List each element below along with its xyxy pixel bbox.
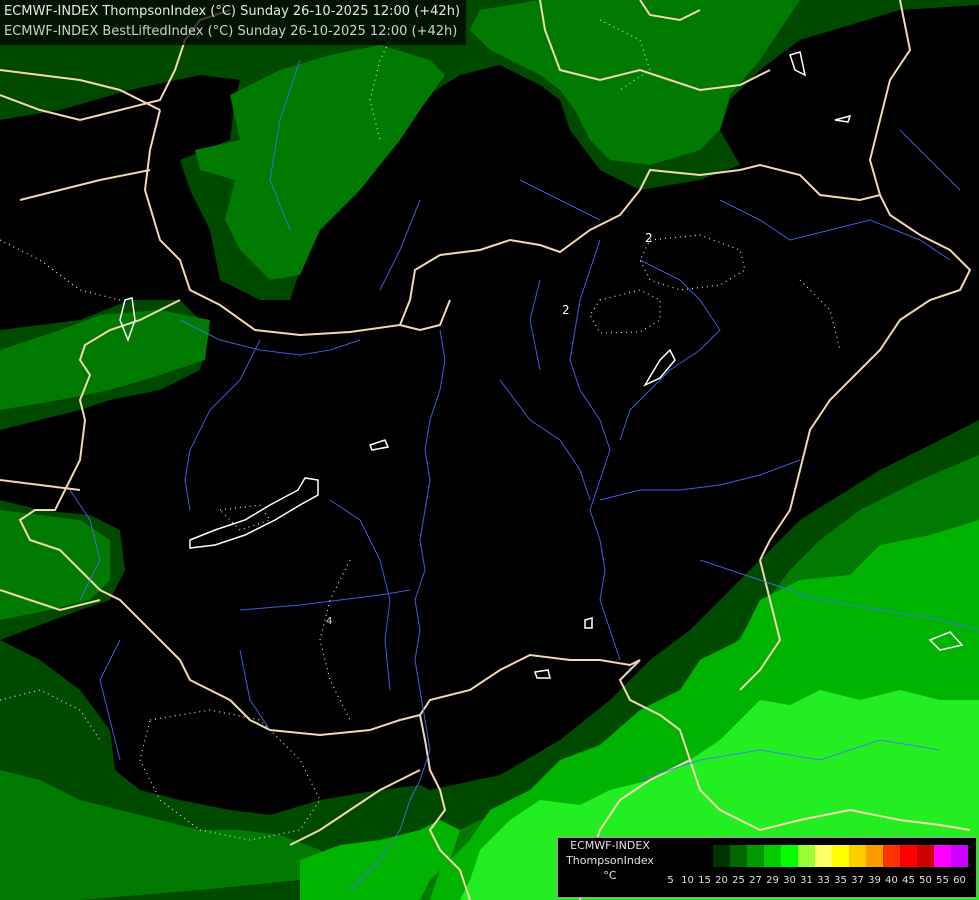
legend-unit: °C [603,869,617,882]
legend-tick: 27 [749,875,762,886]
legend-swatch [883,845,900,867]
legend-tick: 5 [667,875,674,886]
legend-swatch [696,845,713,867]
weather-map: 2 2 4 [0,0,979,900]
map-title: ECMWF-INDEX ThompsonIndex (°C) Sunday 26… [0,0,467,45]
legend-tick: 15 [698,875,711,886]
contour-label: 4 [326,616,332,627]
legend-tick: 50 [919,875,932,886]
legend-swatch [679,845,696,867]
legend-tick: 29 [766,875,779,886]
legend-variable: ThompsonIndex [566,854,654,867]
contour-label: 2 [562,303,570,317]
legend-tick: 39 [868,875,881,886]
legend-swatch [934,845,951,867]
legend-label: ECMWF-INDEX ThompsonIndex °C [560,838,660,883]
legend-swatch [713,845,730,867]
legend-tick: 20 [715,875,728,886]
legend-swatch [730,845,747,867]
legend-tick: 10 [681,875,694,886]
legend-tick-labels: 5 10 15 20 25 27 29 30 31 33 35 37 39 40 45 50 55 60 [662,874,968,888]
legend-swatch [832,845,849,867]
legend-tick: 33 [817,875,830,886]
title-best-lifted-index: ECMWF-INDEX BestLiftedIndex (°C) Sunday … [4,24,458,39]
legend-tick: 37 [851,875,864,886]
legend-swatch [764,845,781,867]
legend-swatch [866,845,883,867]
legend-tick: 31 [800,875,813,886]
legend-tick: 45 [902,875,915,886]
legend-swatch [951,845,968,867]
contour-label: 2 [645,231,653,245]
legend-swatch [900,845,917,867]
legend-swatch [747,845,764,867]
legend-swatch [849,845,866,867]
legend-tick: 40 [885,875,898,886]
legend-tick: 30 [783,875,796,886]
color-legend: ECMWF-INDEX ThompsonIndex °C 5 10 15 20 25 27… [557,837,977,898]
legend-tick: 55 [936,875,949,886]
legend-tick: 60 [953,875,966,886]
title-thompson-index: ECMWF-INDEX ThompsonIndex (°C) Sunday 26… [4,4,461,19]
legend-swatch [781,845,798,867]
legend-tick: 35 [834,875,847,886]
legend-swatch [917,845,934,867]
legend-tick: 25 [732,875,745,886]
legend-color-scale [662,845,968,867]
legend-swatch [815,845,832,867]
legend-title: ECMWF-INDEX [570,839,650,852]
legend-swatch [662,845,679,867]
legend-swatch [798,845,815,867]
